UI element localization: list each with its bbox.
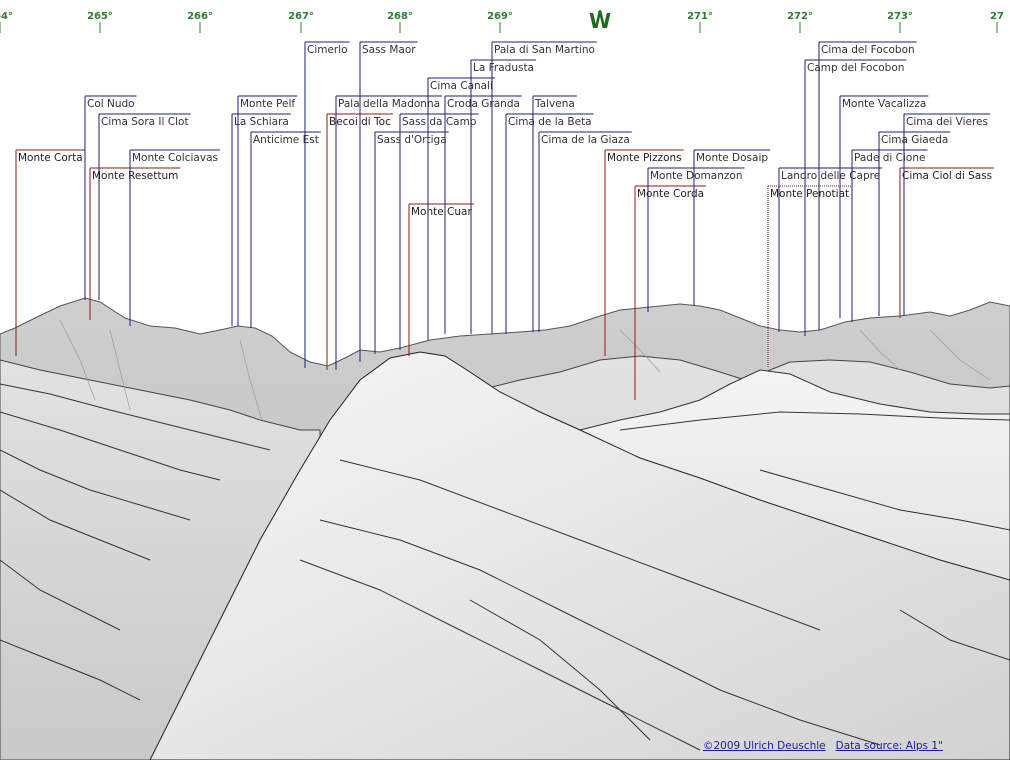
peak-name: La Schiara xyxy=(234,116,289,128)
panorama-view: 264°265°266°267°268°269°271°272°273°27 W… xyxy=(0,9,1010,760)
scale-tick-label: 273° xyxy=(887,11,913,22)
degree-scale: 264° 265° 266° 267° 268° 269° 271° 272° 273° 27 xyxy=(0,11,1004,33)
peak-label[interactable]: Monte Pelf xyxy=(237,95,298,326)
peak-name: Monte Pizzons xyxy=(607,152,682,164)
peak-name: La Fradusta xyxy=(473,62,534,74)
peak-name: Anticime Est xyxy=(253,134,319,146)
peak-name: Cima Sora Il Clot xyxy=(101,116,189,128)
peak-name: Monte Cuar xyxy=(411,206,472,218)
peak-name: Sass Maor xyxy=(362,44,416,56)
peak-name: Cima del Focobon xyxy=(821,44,915,56)
peak-name: Cima dei Vieres xyxy=(906,116,988,128)
peak-name: Pala di San Martino xyxy=(494,44,595,56)
copyright-link[interactable]: ©2009 Ulrich Deuschle xyxy=(703,740,826,752)
peak-name: Cimerlo xyxy=(307,44,348,56)
data-source-link[interactable]: Data source: Alps 1" xyxy=(836,740,943,752)
peak-name: Monte Pelf xyxy=(240,98,295,110)
scale-tick-label: 269° xyxy=(487,11,513,22)
peak-name: Col Nudo xyxy=(87,98,135,110)
peak-name: Cima Ciol di Sass xyxy=(902,170,992,182)
peak-name: Cima Canali xyxy=(430,80,493,92)
peak-label[interactable]: Cima de la Beta xyxy=(505,113,594,334)
peak-name: Monte Domanzon xyxy=(650,170,742,182)
peak-name: Croda Granda xyxy=(447,98,520,110)
peak-name: Talvena xyxy=(534,98,575,110)
scale-tick-label: 268° xyxy=(387,11,413,22)
peak-label[interactable]: Cima del Focobon xyxy=(818,41,917,330)
credits: ©2009 Ulrich Deuschle Data source: Alps 1… xyxy=(703,740,953,752)
peak-name: Sass d'Ortiga xyxy=(377,134,447,146)
scale-tick-label: 267° xyxy=(288,11,314,22)
peak-name: Cima de la Beta xyxy=(508,116,592,128)
peak-name: Monte Penotiat xyxy=(770,188,849,200)
compass-marker-icon xyxy=(598,10,602,14)
scale-tick-label: 266° xyxy=(187,11,213,22)
scale-tick-label: 272° xyxy=(787,11,813,22)
scale-tick-label: 27 xyxy=(990,11,1004,22)
scale-tick-label: 265° xyxy=(87,11,113,22)
peak-label[interactable]: Monte Vacalizza xyxy=(839,95,929,318)
peak-name: Landro delle Capre xyxy=(781,170,880,182)
peak-name: Pala della Madonna xyxy=(338,98,440,110)
peak-label[interactable]: Cima Ciol di Sass xyxy=(899,167,995,318)
peak-label[interactable]: Anticime Est xyxy=(250,131,321,328)
peak-name: Sass da Camp xyxy=(402,116,477,128)
peak-label[interactable]: Sass da Camp xyxy=(399,113,479,350)
peak-name: Monte Resettum xyxy=(92,170,178,182)
scale-tick-label: 264° xyxy=(0,11,13,22)
peak-name: Cima de la Giaza xyxy=(541,134,630,146)
peak-name: Cima Giaeda xyxy=(881,134,948,146)
peak-name: Monte Dosaip xyxy=(696,152,768,164)
peak-name: Camp del Focobon xyxy=(807,62,904,74)
peak-label[interactable]: Cima Sora Il Clot xyxy=(98,113,191,300)
scale-tick-label: 271° xyxy=(687,11,713,22)
peak-label[interactable]: Monte Resettum xyxy=(89,167,181,320)
peak-label[interactable]: Sass d'Ortiga xyxy=(374,131,449,354)
peak-label[interactable]: Pala di San Martino xyxy=(491,41,597,334)
peak-name: Monte Vacalizza xyxy=(842,98,926,110)
peak-label[interactable]: Monte Cuar xyxy=(408,203,474,356)
peak-label[interactable]: Talvena xyxy=(532,95,577,332)
peak-name: Monte Corta xyxy=(18,152,83,164)
peak-name: Pade di Cione xyxy=(854,152,925,164)
peak-name: Monte Colciavas xyxy=(132,152,218,164)
